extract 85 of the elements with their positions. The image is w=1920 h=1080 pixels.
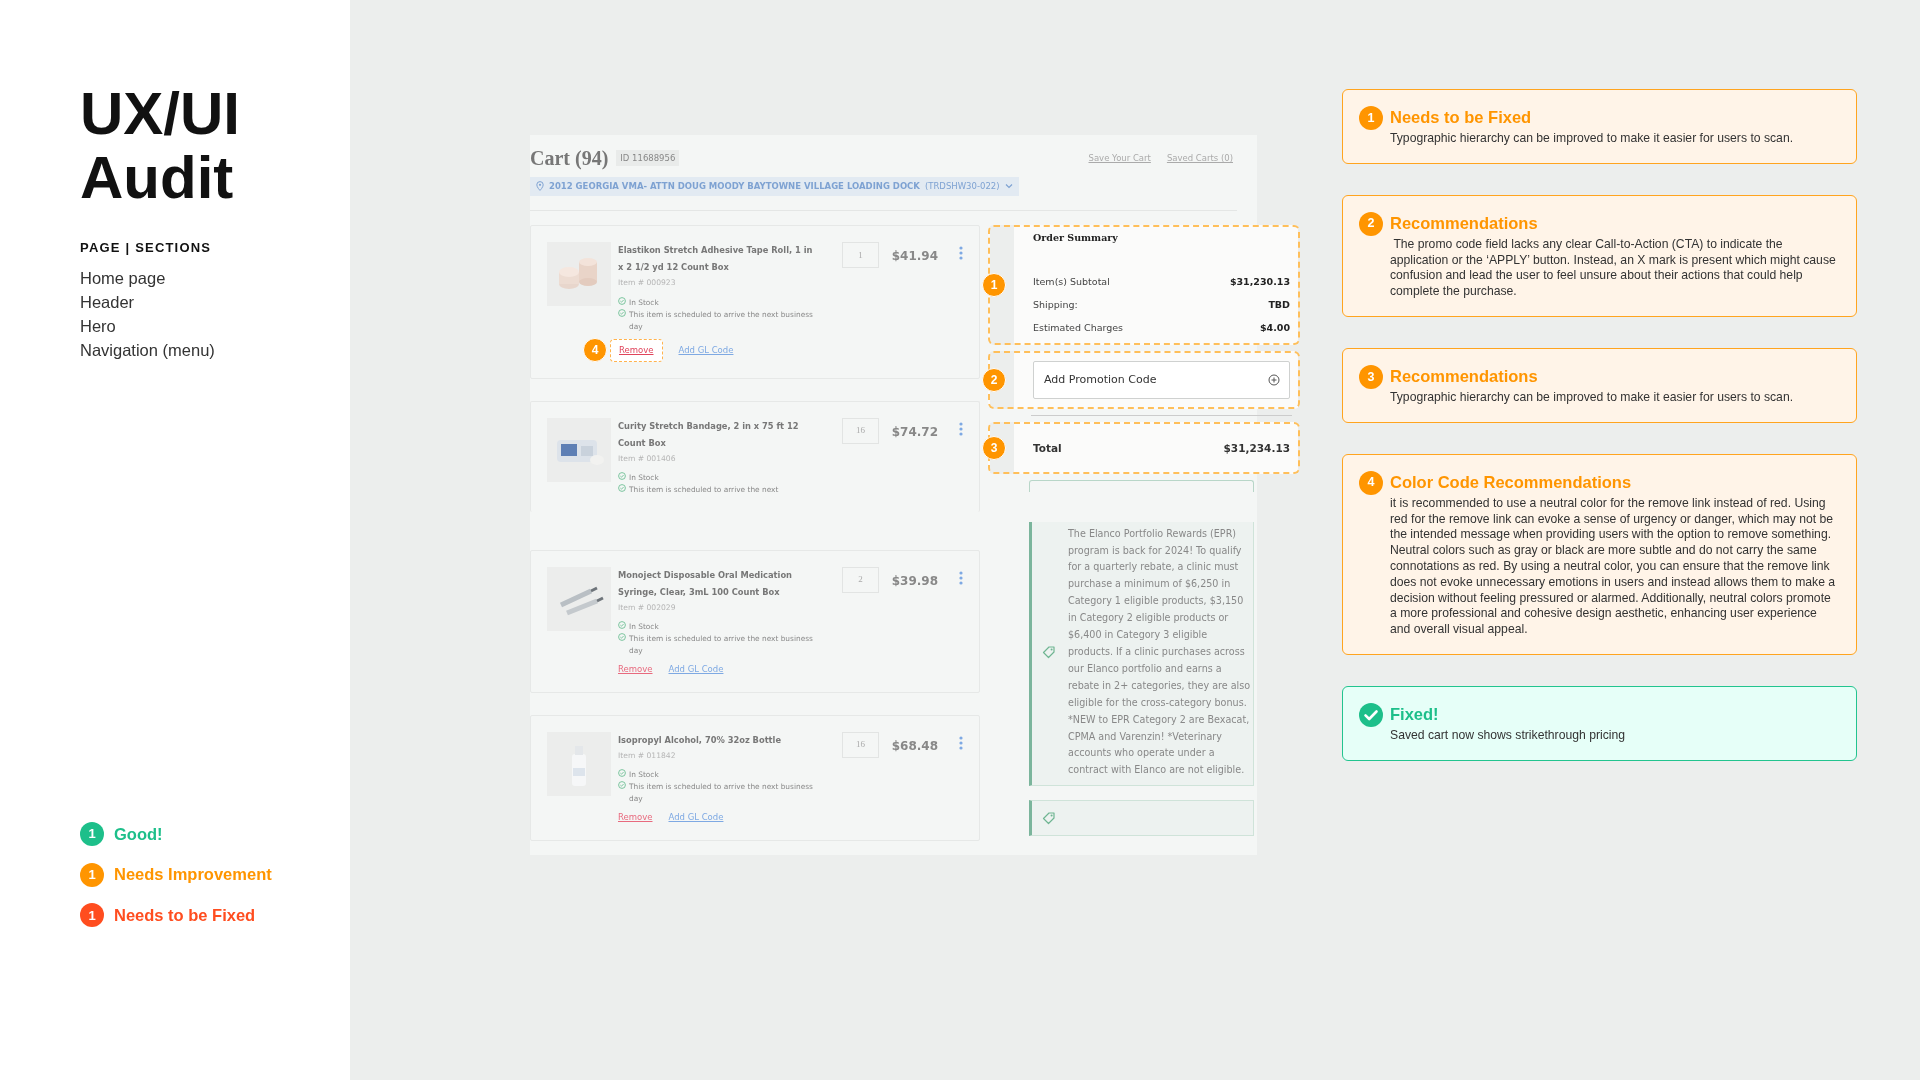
kebab-menu-icon[interactable] xyxy=(959,421,963,436)
check-circle-icon xyxy=(618,296,626,305)
marker-badge: 2 xyxy=(982,367,1006,392)
annotation-text: The promo code field lacks any clear Call-to-Action (CTA) to indicate the application or the ‘APPLY’ button. Instead, an X mark is present which might cause confusion and lead the user to feel unsure about their actions that could help complete the purchase. xyxy=(1390,236,1837,300)
annotation-title: Color Code Recommendations xyxy=(1390,471,1633,493)
legend-label: Good! xyxy=(114,823,163,845)
legend-count: 1 xyxy=(80,821,104,846)
tag-icon xyxy=(1042,645,1056,660)
number-badge: 4 xyxy=(1359,470,1383,495)
annotation-title: Recommendations xyxy=(1390,212,1539,234)
annotation-text: Typographic hierarchy can be improved to make it easier for users to scan. xyxy=(1390,131,1795,147)
total-label: Total xyxy=(1033,440,1062,456)
check-circle-icon xyxy=(618,633,626,642)
promo-code-field[interactable]: Add Promotion Code xyxy=(1033,360,1290,399)
check-circle-icon xyxy=(618,308,626,317)
section-item: Hero xyxy=(80,315,117,337)
summary-value: $4.00 xyxy=(1259,320,1290,335)
rewards-text: The Elanco Portfolio Rewards (EPR) program is back for 2024! To qualify for a quarterly rebate, a clinic must purchase a minimum of $6,250 in Category 1 eligible products, $3,150 in Category 2 eligible products or $6,400 in Category 3 eligible products. If a clinic purchases across our Elanco portfolio and earns a rebate in 2+ categories, they are also eligible for the cross-category bonus. *NEW to EPR Category 2 are Bexacat, CPMA and Varenzin! *Veterinary accounts who operate under a contract with Elanco are not eligible. xyxy=(1068,526,1251,778)
check-circle-icon xyxy=(618,483,626,492)
number-badge: 2 xyxy=(1359,211,1383,236)
header-link[interactable]: Saved Carts (0) xyxy=(1166,151,1233,165)
kebab-menu-icon[interactable] xyxy=(959,736,963,751)
title-text: UX/UI xyxy=(80,82,242,146)
summary-value: $31,230.13 xyxy=(1229,274,1290,289)
item-price: $68.48 xyxy=(890,738,938,756)
section-item: Navigation (menu) xyxy=(80,339,216,361)
quantity-field[interactable]: 2 xyxy=(842,566,879,593)
address-code: (TRDSHW30-022) xyxy=(924,180,1000,193)
total-value: $31,234.13 xyxy=(1223,440,1290,456)
check-circle-icon xyxy=(1359,702,1383,727)
item-price: $41.94 xyxy=(890,248,938,266)
location-pin-icon xyxy=(536,181,544,192)
product-name[interactable]: Monoject Disposable Oral Medication Syringe, Clear, 3mL 100 Count Box xyxy=(618,566,818,601)
header-link[interactable]: Save Your Cart xyxy=(1088,151,1151,165)
check-circle-icon xyxy=(618,621,626,630)
kebab-menu-icon[interactable] xyxy=(959,570,963,585)
summary-value: TBD xyxy=(1268,297,1290,312)
marker-badge: 4 xyxy=(583,338,607,363)
gl-code-link[interactable]: Add GL Code xyxy=(668,663,724,677)
annotation-text: Typographic hierarchy can be improved to make it easier for users to scan. xyxy=(1390,390,1795,406)
marker-badge: 3 xyxy=(982,435,1006,460)
legend-count: 1 xyxy=(80,862,104,887)
annotation-title: Needs to be Fixed xyxy=(1390,107,1533,128)
item-price: $74.72 xyxy=(890,423,938,441)
quantity-field[interactable]: 16 xyxy=(842,732,879,759)
annotation-title: Recommendations xyxy=(1390,366,1539,387)
section-item: Header xyxy=(80,291,136,313)
quantity-field[interactable]: 16 xyxy=(842,417,879,444)
legend-label: Needs to be Fixed xyxy=(114,905,256,926)
number-badge: 3 xyxy=(1359,365,1383,389)
product-name[interactable]: Curity Stretch Bandage, 2 in x 75 ft 12 Count Box xyxy=(618,417,818,452)
gl-code-link[interactable]: Add GL Code xyxy=(678,343,734,357)
check-circle-icon xyxy=(618,781,626,790)
kebab-menu-icon[interactable] xyxy=(959,246,963,261)
cart-title: Cart (94) xyxy=(530,146,609,172)
marker-badge: 1 xyxy=(982,273,1006,297)
check-circle-icon xyxy=(618,769,626,778)
section-heading: PAGE | SECTIONS xyxy=(80,239,213,257)
legend-label: Needs Improvement xyxy=(114,864,272,886)
quantity-field[interactable]: 1 xyxy=(842,242,879,269)
product-name[interactable]: Elastikon Stretch Adhesive Tape Roll, 1 in x 2 1/2 yd 12 Count Box xyxy=(618,242,818,277)
chevron-down-icon xyxy=(1004,183,1013,190)
number-badge: 1 xyxy=(1359,106,1383,130)
cart-id: ID 11688956 xyxy=(616,149,680,167)
legend-count: 1 xyxy=(80,903,104,928)
summary-title: Order Summary xyxy=(1033,231,1119,246)
gl-code-link[interactable]: Add GL Code xyxy=(668,811,724,825)
summary-label: Shipping: xyxy=(1033,297,1078,312)
annotation-title: Fixed! xyxy=(1390,703,1440,725)
remove-link[interactable]: Remove xyxy=(618,811,653,825)
check-circle-icon xyxy=(618,471,626,480)
remove-link[interactable]: Remove xyxy=(610,338,663,362)
remove-link[interactable]: Remove xyxy=(618,663,653,677)
address-text: 2012 GEORGIA VMA- ATTN DOUG MOODY BAYTOWNE VILLAGE LOADING DOCK xyxy=(549,180,920,193)
item-price: $39.98 xyxy=(890,572,938,590)
product-name[interactable]: Isopropyl Alcohol, 70% 32oz Bottle xyxy=(618,732,818,750)
tag-icon xyxy=(1042,811,1056,826)
address-selector[interactable]: 2012 GEORGIA VMA- ATTN DOUG MOODY BAYTOWNE VILLAGE LOADING DOCK (TRDSHW30-022) xyxy=(530,177,1019,196)
annotation-text: Saved cart now shows strikethrough pricing xyxy=(1390,727,1627,744)
summary-label: Item(s) Subtotal xyxy=(1033,274,1110,289)
annotation-text: it is recommended to use a neutral color for the remove link instead of red. Using red for the remove link can evoke a sense of urgency or danger, which may not be the intended message when providing users with the option to remove something. Neutral colors such as gray or black are more subtle and do not carry the same connotations as red. By using a neutral color, you can ensure that the remove link does not evoke unnecessary emotions in users and instead allows them to make a decision without feeling pressured or alarmed. Additionally, neutral colors promote a more professional and cohesive design aesthetic, enhancing user experience and overall visual appeal. xyxy=(1390,495,1837,638)
plus-circle-icon[interactable] xyxy=(1268,373,1280,386)
title-text: Audit xyxy=(80,146,235,210)
section-item: Home page xyxy=(80,267,167,289)
summary-label: Estimated Charges xyxy=(1033,320,1124,335)
